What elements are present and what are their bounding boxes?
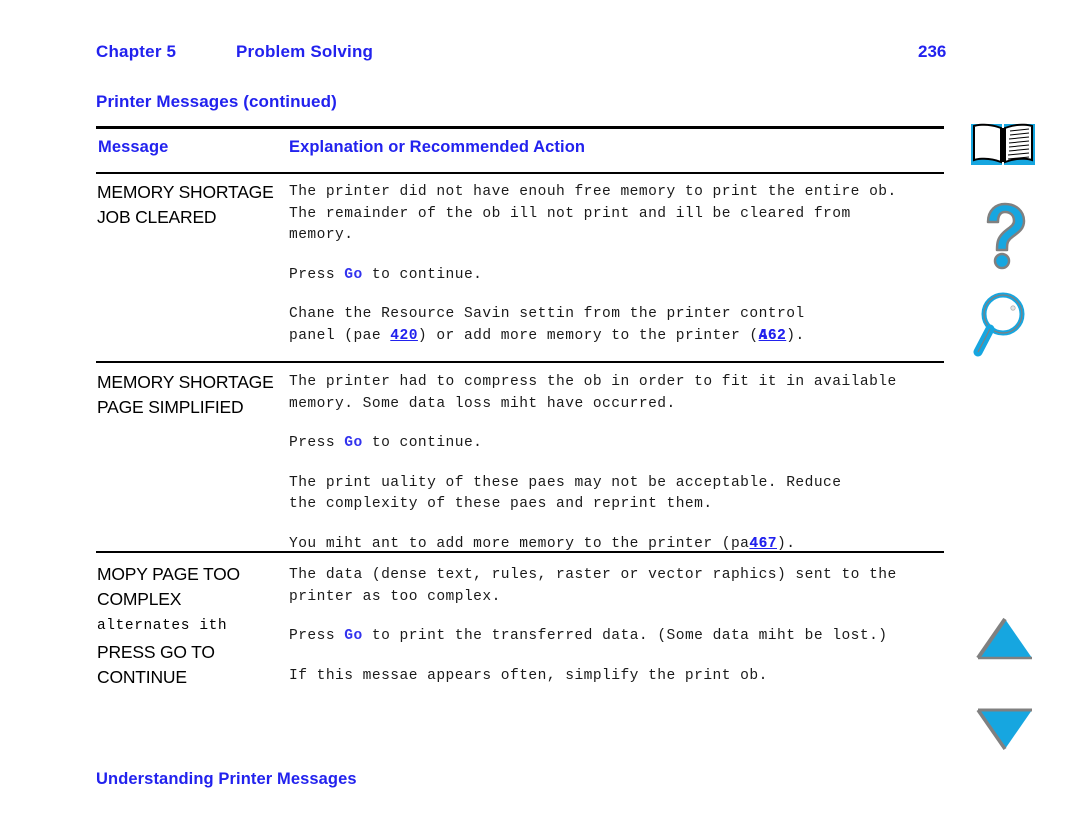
- row-explanation-cell: The printer had to compress the ob in or…: [289, 372, 1009, 555]
- message-line: JOB CLEARED: [97, 207, 217, 227]
- message-line: CONTINUE: [97, 667, 187, 687]
- explanation-line: The printer did not have enouh free memo…: [289, 184, 897, 200]
- explanation-text: ).: [786, 327, 805, 344]
- explanation-line: The printer had to compress the ob in or…: [289, 374, 897, 390]
- document-page: Chapter 5 Problem Solving 236 Printer Me…: [0, 0, 1080, 834]
- explanation-line: The print uality of these paes may not b…: [289, 474, 842, 491]
- explanation-paragraph: The printer had to compress the ob in or…: [289, 372, 1009, 415]
- explanation-line: Chane the Resource Savin settin from the…: [289, 306, 805, 322]
- explanation-paragraph: The data (dense text, rules, raster or v…: [289, 565, 1009, 608]
- book-icon[interactable]: [966, 118, 1040, 172]
- explanation-paragraph: If this messae appears often, simplify t…: [289, 666, 1009, 688]
- page-link[interactable]: A62 462: [759, 326, 787, 348]
- table-title: Printer Messages (continued): [96, 92, 337, 111]
- header-section-title: Problem Solving: [236, 42, 374, 61]
- column-header-message: Message: [98, 138, 169, 156]
- explanation-line: The data (dense text, rules, raster or v…: [289, 567, 897, 583]
- explanation-line: printer as too complex.: [289, 588, 501, 605]
- continue-text: to continue.: [362, 435, 483, 451]
- table-header-rule: [96, 172, 944, 174]
- message-line: PAGE SIMPLIFIED: [97, 397, 244, 417]
- explanation-line: If this messae appears often, simplify t…: [289, 667, 768, 684]
- explanation-text: ).: [777, 535, 796, 552]
- row-separator-rule: [96, 551, 944, 553]
- message-line: MEMORY SHORTAGE: [97, 372, 274, 392]
- row-explanation-cell: The data (dense text, rules, raster or v…: [289, 565, 1009, 687]
- explanation-paragraph: Chane the Resource Savin settin from the…: [289, 304, 1009, 347]
- explanation-paragraph: The printer did not have enouh free memo…: [289, 182, 1009, 247]
- go-keyword: Go: [344, 266, 363, 283]
- explanation-text: You miht ant to add more memory to the p…: [289, 535, 750, 552]
- header-chapter: Chapter 5: [96, 42, 177, 61]
- explanation-text: ) or add more memory to the printer (: [417, 327, 759, 344]
- message-line: MEMORY SHORTAGE: [97, 182, 274, 202]
- go-keyword: Go: [344, 435, 363, 451]
- page-link-overlap: 462: [758, 327, 787, 344]
- row-message-cell: MEMORY SHORTAGE PAGE SIMPLIFIED: [97, 370, 293, 420]
- row-message-cell: MOPY PAGE TOO COMPLEX alternates ith PRE…: [97, 562, 293, 690]
- explanation-text: to print the transferred data. (Some dat…: [362, 628, 888, 644]
- explanation-line: the complexity of these paes and reprint…: [289, 496, 713, 512]
- table-top-rule: [96, 126, 944, 129]
- explanation-paragraph: Press Go to print the transferred data. …: [289, 626, 1009, 648]
- row-explanation-cell: The printer did not have enouh free memo…: [289, 182, 1009, 347]
- message-alternates-note: alternates ith: [97, 618, 228, 634]
- column-header-explanation: Explanation or Recommended Action: [289, 138, 586, 156]
- page-number: 236: [918, 42, 947, 61]
- message-line: PRESS GO TO: [97, 642, 215, 662]
- question-icon[interactable]: [974, 202, 1036, 270]
- press-text: Press: [289, 266, 345, 283]
- search-icon[interactable]: [972, 290, 1034, 360]
- explanation-text: panel (pae: [289, 327, 391, 344]
- explanation-paragraph: The print uality of these paes may not b…: [289, 473, 1009, 516]
- explanation-line: memory. Some data loss miht have occurre…: [289, 395, 676, 412]
- row-message-cell: MEMORY SHORTAGE JOB CLEARED: [97, 180, 293, 230]
- continue-text: to continue.: [362, 266, 483, 283]
- explanation-line: memory.: [289, 227, 354, 243]
- message-line: MOPY PAGE TOO: [97, 564, 240, 584]
- explanation-paragraph: Press Go to continue.: [289, 433, 1009, 455]
- row-separator-rule: [96, 361, 944, 363]
- press-text: Press: [289, 628, 345, 644]
- footer-link[interactable]: Understanding Printer Messages: [96, 770, 357, 789]
- page-link[interactable]: 420: [390, 328, 418, 344]
- go-keyword: Go: [344, 628, 363, 644]
- explanation-paragraph: Press Go to continue.: [289, 265, 1009, 287]
- page-header: Chapter 5 Problem Solving: [96, 42, 373, 62]
- press-text: Press: [289, 435, 345, 451]
- triangle-up-icon[interactable]: [974, 616, 1036, 662]
- message-line: COMPLEX: [97, 589, 182, 609]
- explanation-line: The remainder of the ob ill not print an…: [289, 205, 851, 222]
- triangle-down-icon[interactable]: [974, 706, 1036, 752]
